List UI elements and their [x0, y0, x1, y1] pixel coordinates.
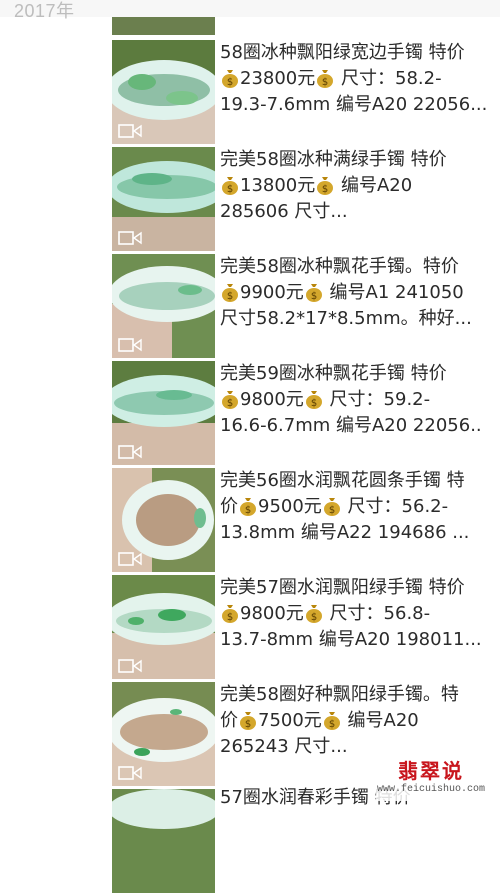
money-bag-icon: $: [222, 284, 238, 302]
feed-post[interactable]: 58圈冰种飘阳绿宽边手镯 特价 $23800元 $ 尺寸：58.2- 19.3-7…: [0, 40, 500, 146]
video-icon: [118, 766, 142, 780]
svg-text:$: $: [311, 291, 317, 302]
feed-post[interactable]: 完美58圈冰种飘花手镯。特价 $9900元 $ 编号A1 241050 尺寸58.…: [0, 254, 500, 360]
video-icon: [118, 338, 142, 352]
money-bag-icon: $: [240, 712, 256, 730]
svg-text:$: $: [245, 505, 251, 516]
svg-text:$: $: [329, 719, 335, 730]
video-thumbnail[interactable]: [112, 254, 215, 358]
money-bag-icon: $: [305, 284, 322, 302]
svg-text:$: $: [245, 719, 251, 730]
post-caption[interactable]: 完美58圈冰种满绿手镯 特价 $13800元 $ 编号A20 285606 尺寸.…: [220, 147, 496, 225]
post-caption[interactable]: 完美58圈冰种飘花手镯。特价 $9900元 $ 编号A1 241050 尺寸58.…: [220, 254, 496, 332]
post-caption[interactable]: 完美56圈水润飘花圆条手镯 特 价 $9500元 $ 尺寸：56.2- 13.8mm…: [220, 468, 496, 546]
video-thumbnail[interactable]: [112, 40, 215, 144]
caption-line: 完美58圈冰种满绿手镯 特价: [220, 149, 447, 170]
money-bag-icon: $: [323, 712, 340, 730]
video-thumbnail[interactable]: [112, 682, 215, 786]
caption-line: 完美57圈水润飘阳绿手镯 特价: [220, 577, 465, 598]
caption-line: 完美56圈水润飘花圆条手镯 特: [220, 470, 465, 491]
svg-text:$: $: [322, 77, 328, 88]
price: 9900元: [240, 282, 304, 303]
caption-line: 265243 尺寸...: [220, 736, 348, 757]
money-bag-icon: $: [222, 391, 238, 409]
svg-text:$: $: [227, 398, 233, 409]
bangle-image: [112, 789, 215, 893]
video-icon: [118, 552, 142, 566]
caption-line: 19.3-7.6mm 编号A20 22056...: [220, 94, 488, 115]
video-icon: [118, 659, 142, 673]
year-label: 2017年: [14, 1, 75, 21]
svg-text:$: $: [311, 612, 317, 623]
video-icon: [118, 124, 142, 138]
caption-line: 完美59圈冰种飘花手镯 特价: [220, 363, 447, 384]
caption-line: 尺寸：56.8-: [323, 603, 431, 624]
video-thumbnail[interactable]: [112, 789, 215, 893]
money-bag-icon: $: [222, 70, 238, 88]
money-bag-icon: $: [317, 70, 334, 88]
caption-line: 编号A20: [335, 175, 413, 196]
caption-line: 285606 尺寸...: [220, 201, 348, 222]
caption-line: 完美58圈好种飘阳绿手镯。特: [220, 684, 459, 705]
watermark-url: www.feicuishuo.com: [376, 784, 486, 795]
moments-feed: 58圈冰种飘阳绿宽边手镯 特价 $23800元 $ 尺寸：58.2- 19.3-7…: [0, 0, 500, 893]
money-bag-icon: $: [222, 605, 238, 623]
video-thumbnail[interactable]: [112, 575, 215, 679]
money-bag-icon: $: [305, 605, 322, 623]
post-caption[interactable]: 完美58圈好种飘阳绿手镯。特 价 $7500元 $ 编号A20 265243 尺寸.…: [220, 682, 496, 760]
money-bag-icon: $: [323, 498, 340, 516]
price: 9800元: [240, 389, 304, 410]
price: 23800元: [240, 68, 316, 89]
price: 7500元: [258, 710, 322, 731]
feed-post[interactable]: 完美56圈水润飘花圆条手镯 特 价 $9500元 $ 尺寸：56.2- 13.8mm…: [0, 468, 500, 574]
feed-post[interactable]: 完美58圈冰种满绿手镯 特价 $13800元 $ 编号A20 285606 尺寸.…: [0, 147, 500, 253]
caption-line: 尺寸：59.2-: [323, 389, 431, 410]
price: 13800元: [240, 175, 316, 196]
watermark-title: 翡翠说: [398, 759, 464, 783]
svg-text:$: $: [227, 77, 233, 88]
caption-line: 尺寸：58.2-: [335, 68, 442, 89]
price: 9500元: [258, 496, 322, 517]
money-bag-icon: $: [222, 177, 238, 195]
caption-line: 价: [220, 496, 238, 517]
video-thumbnail[interactable]: [112, 147, 215, 251]
caption-line: 13.7-8mm 编号A20 198011...: [220, 629, 482, 650]
post-caption[interactable]: 完美59圈冰种飘花手镯 特价 $9800元 $ 尺寸：59.2- 16.6-6.7…: [220, 361, 496, 439]
caption-line: 58圈冰种飘阳绿宽边手镯 特价: [220, 42, 465, 63]
video-icon: [118, 445, 142, 459]
feed-post[interactable]: 57圈水润春彩手镯 特价: [0, 787, 500, 895]
caption-line: 编号A1 241050: [323, 282, 464, 303]
video-icon: [118, 231, 142, 245]
feed-post[interactable]: 完美57圈水润飘阳绿手镯 特价 $9800元 $ 尺寸：56.8- 13.7-8m…: [0, 575, 500, 681]
caption-line: 价: [220, 710, 238, 731]
video-thumbnail[interactable]: [112, 361, 215, 465]
svg-text:$: $: [329, 505, 335, 516]
svg-text:$: $: [227, 612, 233, 623]
caption-line: 尺寸58.2*17*8.5mm。种好...: [220, 308, 472, 329]
money-bag-icon: $: [240, 498, 256, 516]
svg-text:$: $: [227, 291, 233, 302]
post-caption[interactable]: 完美57圈水润飘阳绿手镯 特价 $9800元 $ 尺寸：56.8- 13.7-8m…: [220, 575, 496, 653]
caption-line: 16.6-6.7mm 编号A20 22056..: [220, 415, 482, 436]
caption-line: 完美58圈冰种飘花手镯。特价: [220, 256, 459, 277]
svg-text:$: $: [311, 398, 317, 409]
year-header: 2017年: [0, 0, 500, 21]
feed-post[interactable]: 完美59圈冰种飘花手镯 特价 $9800元 $ 尺寸：59.2- 16.6-6.7…: [0, 361, 500, 467]
video-thumbnail[interactable]: [112, 468, 215, 572]
price: 9800元: [240, 603, 304, 624]
previous-post-thumbnail[interactable]: [112, 17, 215, 35]
svg-text:$: $: [322, 184, 328, 195]
caption-line: 尺寸：56.2-: [341, 496, 449, 517]
post-caption[interactable]: 58圈冰种飘阳绿宽边手镯 特价 $23800元 $ 尺寸：58.2- 19.3-7…: [220, 40, 496, 118]
money-bag-icon: $: [317, 177, 334, 195]
svg-text:$: $: [227, 184, 233, 195]
caption-line: 编号A20: [341, 710, 419, 731]
watermark-logo: 翡翠说 www.feicuishuo.com: [376, 753, 486, 801]
caption-line: 13.8mm 编号A22 194686 ...: [220, 522, 470, 543]
money-bag-icon: $: [305, 391, 322, 409]
